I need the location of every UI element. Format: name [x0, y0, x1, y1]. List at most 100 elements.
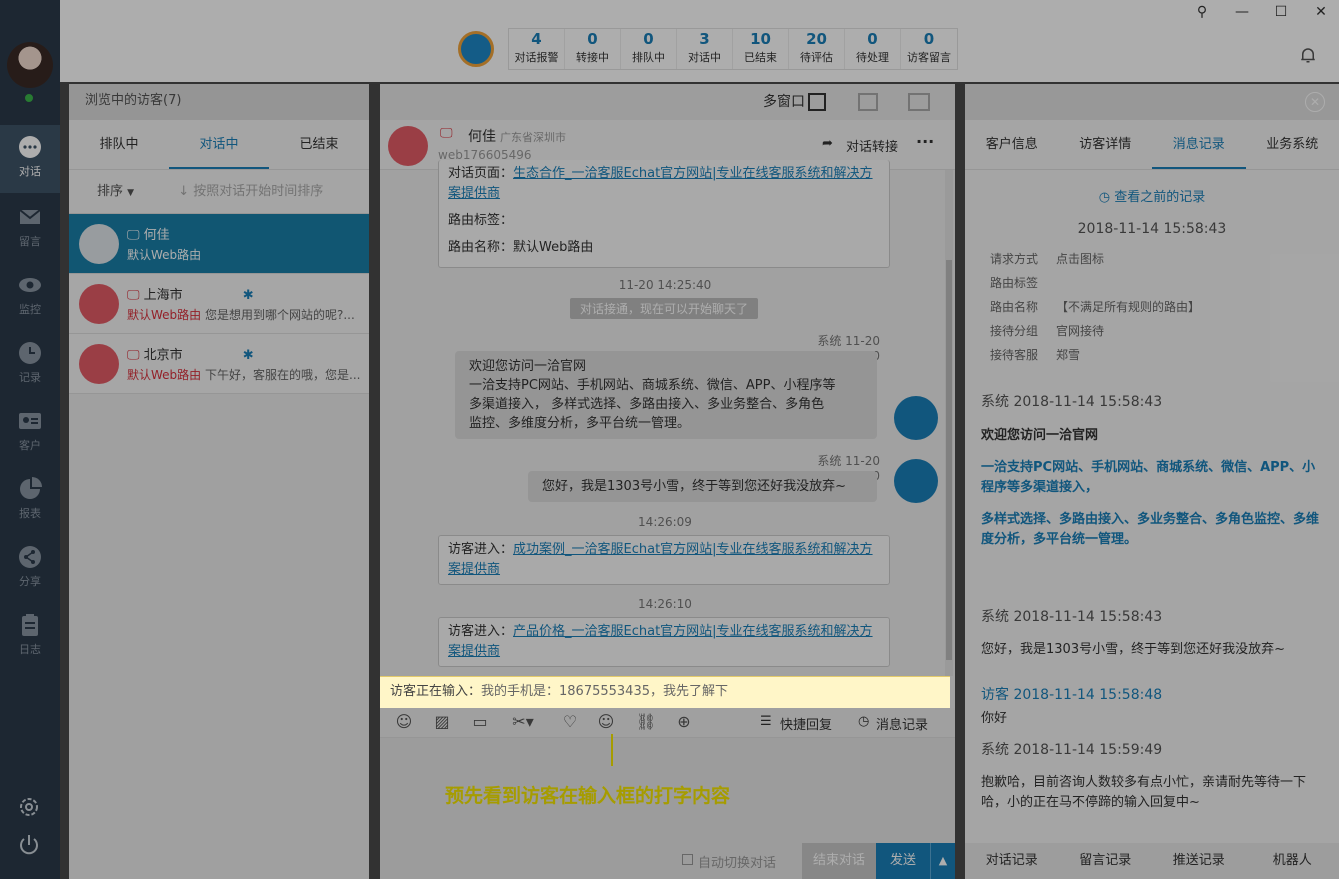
clock-icon — [19, 342, 41, 364]
evaluate-icon[interactable]: ☺ — [596, 712, 616, 732]
welcome-line: 欢迎您访问一洽官网 — [469, 359, 587, 374]
screenshot-icon[interactable]: ✂▾ — [508, 712, 538, 732]
folder-icon[interactable]: ▭ — [470, 712, 490, 732]
tab-chatting[interactable]: 对话中 — [169, 120, 269, 169]
enter-label: 访客进入： — [448, 624, 514, 639]
tab-push-records[interactable]: 推送记录 — [1152, 843, 1246, 879]
record-message: 一洽支持PC网站、手机网站、商城系统、微信、APP、小程序等多渠道接入， — [981, 460, 1316, 495]
stat-label: 转接中 — [576, 51, 609, 64]
close-icon[interactable]: ✕ — [1313, 4, 1329, 20]
send-options-icon[interactable]: ▲ — [930, 843, 955, 879]
nav-message[interactable]: 留言 — [0, 195, 60, 263]
stat-to-evaluate[interactable]: 20 待评估 — [789, 29, 845, 69]
info-key: 路由标签 — [990, 276, 1039, 290]
stat-visitor-message[interactable]: 0 访客留言 — [901, 29, 957, 69]
emoji-icon[interactable]: ☺ — [394, 712, 414, 732]
settings-icon[interactable] — [17, 795, 41, 819]
link-icon[interactable]: ⛓ — [636, 712, 656, 732]
nav-reports[interactable]: 报表 — [0, 467, 60, 535]
stat-alarm[interactable]: 4 对话报警 — [509, 29, 565, 69]
clock-icon[interactable]: ◷ — [858, 714, 869, 729]
clock-icon: ◷ — [1098, 190, 1115, 205]
right-panel-header: ✕ — [965, 84, 1339, 120]
close-circle-icon[interactable]: ✕ — [1305, 92, 1325, 112]
sort-hint[interactable]: 按照对话开始时间排序 — [193, 184, 323, 199]
stat-ended[interactable]: 10 已结束 — [733, 29, 789, 69]
nav-reports-label: 报表 — [19, 507, 41, 520]
contact-card-icon — [19, 413, 41, 429]
view-prev-records[interactable]: ◷ 查看之前的记录 — [965, 186, 1339, 205]
stats-bar: 4 对话报警 0 转接中 0 排队中 3 对话中 10 已结束 20 待评估 0 待处理 0 访… — [508, 28, 958, 70]
record-date: 2018-11-14 15:58:43 — [1077, 221, 1227, 237]
image-icon[interactable]: ▨ — [432, 712, 452, 732]
bell-icon[interactable] — [1299, 46, 1317, 64]
power-icon[interactable] — [17, 833, 41, 857]
nav-monitor[interactable]: 监控 — [0, 263, 60, 331]
sort-dropdown[interactable]: 排序 — [97, 184, 123, 199]
message-record-button[interactable]: 消息记录 — [876, 714, 928, 733]
stat-value: 0 — [587, 30, 598, 48]
single-window-icon[interactable] — [808, 93, 826, 111]
view-prev-label: 查看之前的记录 — [1114, 190, 1206, 205]
stat-chatting[interactable]: 3 对话中 — [677, 29, 733, 69]
tab-message-record[interactable]: 消息记录 — [1152, 120, 1246, 169]
monitor-icon: 🖵 — [127, 228, 144, 243]
info-row: 请求方式 点击图标 — [990, 250, 1104, 267]
stat-value: 0 — [643, 30, 654, 48]
transfer-button[interactable]: 对话转接 — [846, 136, 898, 155]
stat-queue[interactable]: 0 排队中 — [621, 29, 677, 69]
visitor-tabs: 排队中 对话中 已结束 — [69, 120, 369, 170]
record-sender: 系统 2018-11-14 15:58:43 — [981, 394, 1163, 410]
nav-chat[interactable]: 对话 — [0, 125, 60, 193]
tab-chat-records[interactable]: 对话记录 — [965, 843, 1059, 879]
chevron-down-icon[interactable]: ▼ — [127, 188, 134, 198]
typing-text: 我的手机是：18675553435，我先了解下 — [481, 684, 728, 699]
nav-customers[interactable]: 客户 — [0, 399, 60, 467]
stat-pending[interactable]: 0 待处理 — [845, 29, 901, 69]
auto-switch-label[interactable]: 自动切换对话 — [698, 852, 776, 871]
multi-window-bar: 多窗口 — [380, 84, 955, 120]
user-avatar[interactable] — [7, 42, 53, 88]
transfer-icon[interactable]: ➦ — [822, 136, 833, 151]
tab-queue[interactable]: 排队中 — [69, 120, 169, 169]
visitor-item[interactable]: 🖵 北京市 ✱ 默认Web路由 下午好，客服在的哦，您是... — [69, 334, 369, 394]
connected-notice: 对话接通，现在可以开始聊天了 — [570, 298, 759, 319]
info-value: 官网接待 — [1056, 324, 1105, 338]
nav-share[interactable]: 分享 — [0, 535, 60, 603]
quick-reply-button[interactable]: 快捷回复 — [780, 714, 832, 733]
list-icon[interactable]: ☰ — [760, 714, 772, 729]
double-window-icon[interactable] — [858, 93, 878, 111]
nav-log[interactable]: 日志 — [0, 603, 60, 671]
maximize-icon[interactable]: ☐ — [1273, 4, 1289, 20]
tab-ended[interactable]: 已结束 — [269, 120, 369, 169]
end-chat-button[interactable]: 结束对话 — [802, 843, 876, 879]
send-bar: 自动切换对话 结束对话 发送 ▲ — [380, 843, 955, 879]
heart-icon[interactable]: ♡ — [560, 712, 580, 732]
auto-switch-checkbox[interactable] — [682, 854, 693, 865]
page-label: 对话页面： — [448, 166, 514, 181]
tab-robot[interactable]: 机器人 — [1246, 843, 1339, 879]
tab-message-records[interactable]: 留言记录 — [1059, 843, 1153, 879]
visitor-item[interactable]: 🖵 何佳 默认Web路由 — [69, 214, 369, 274]
visitor-enter-card: 访客进入：产品价格_一洽客服Echat官方网站|专业在线客服系统和解决方案提供商 — [438, 617, 890, 667]
tab-customer-info[interactable]: 客户信息 — [965, 120, 1059, 169]
quad-window-icon[interactable] — [908, 93, 930, 111]
tab-visitor-detail[interactable]: 访客详情 — [1059, 120, 1153, 169]
multi-window-label: 多窗口 — [763, 94, 805, 110]
eye-icon — [19, 278, 41, 292]
minimize-icon[interactable]: — — [1234, 4, 1250, 20]
nav-records[interactable]: 记录 — [0, 331, 60, 399]
stat-transferring[interactable]: 0 转接中 — [565, 29, 621, 69]
visitor-item[interactable]: 🖵 上海市 ✱ 默认Web路由 您是想用到哪个网站的呢?... — [69, 274, 369, 334]
info-row: 接待分组 官网接待 — [990, 322, 1104, 339]
chat-panel: 多窗口 🖵 何佳 广东省深圳市 web176605496 ➦ 对话转接 ··· … — [380, 84, 955, 879]
more-icon[interactable]: ··· — [916, 132, 934, 151]
welcome-line: 一洽支持PC网站、手机网站、商城系统、微信、APP、小程序等 — [469, 378, 836, 393]
pin-icon[interactable]: ⚲ — [1194, 4, 1210, 20]
send-button[interactable]: 发送 — [876, 843, 930, 879]
visitor-sender-label: 访客 — [981, 687, 1009, 703]
globe-icon[interactable]: ⊕ — [674, 712, 694, 732]
tab-business-system[interactable]: 业务系统 — [1246, 120, 1339, 169]
top-bar: 4 对话报警 0 转接中 0 排队中 3 对话中 10 已结束 20 待评估 0 待处理 0 访… — [60, 0, 1339, 82]
annotation-text: 预先看到访客在输入框的打字内容 — [445, 785, 731, 807]
